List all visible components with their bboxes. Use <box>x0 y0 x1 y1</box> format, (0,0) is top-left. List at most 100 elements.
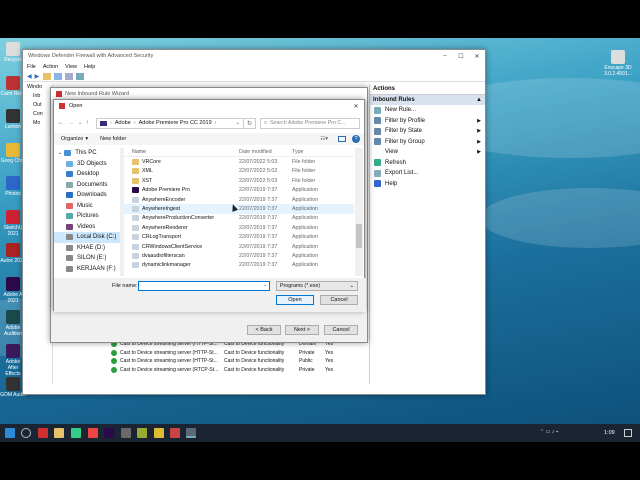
file-row[interactable]: AnywhereRenderer 22/07/2019 7:37 Applicati… <box>124 223 354 232</box>
file-row[interactable]: dvaaudiofilterscan 22/07/2019 7:37 Applica… <box>124 251 354 260</box>
file-row[interactable]: VRCore 22/07/2022 5:03 File folder <box>124 157 354 166</box>
tray-icons[interactable]: ⌃ ▭ ♪ ⌁ <box>540 429 559 435</box>
wizard-back-button[interactable]: < Back <box>247 325 281 335</box>
console-tree-icon[interactable] <box>54 72 63 80</box>
taskbar-app-icon[interactable] <box>170 428 180 438</box>
table-row[interactable]: Cast to Device streaming server (HTTP-St… <box>109 357 367 366</box>
taskbar-app-icon[interactable] <box>38 428 48 438</box>
taskbar-app-icon[interactable] <box>71 428 81 438</box>
search-input[interactable]: Search Adobe Premiere Pro C... <box>270 120 346 126</box>
nav-item[interactable]: SILON (E:) <box>54 253 120 264</box>
chevron-down-icon[interactable]: ⌄ <box>58 150 62 156</box>
menu-view[interactable]: View <box>65 64 77 70</box>
search-icon[interactable] <box>21 428 31 438</box>
maximize-icon[interactable]: ☐ <box>453 53 469 60</box>
notification-icon[interactable] <box>624 429 632 437</box>
menu-file[interactable]: File <box>27 64 36 70</box>
help-icon[interactable] <box>76 72 85 80</box>
refresh-button[interactable]: ↻ <box>244 117 256 129</box>
forward-arrow-icon[interactable]: ▶ <box>35 73 40 80</box>
minimize-icon[interactable]: – <box>437 53 453 60</box>
nav-item[interactable]: Music <box>54 201 120 212</box>
file-type-select[interactable]: Programs (*.exe) ⌄ <box>276 281 358 291</box>
menu-help[interactable]: Help <box>84 64 95 70</box>
help-icon[interactable]: ? <box>352 135 360 143</box>
preview-pane-icon[interactable] <box>338 136 346 142</box>
up-arrow-icon[interactable]: ↑ <box>86 120 96 126</box>
file-row[interactable]: dynamiclinkmanager 22/07/2019 7:37 Applica… <box>124 261 354 270</box>
forward-arrow-icon[interactable]: → <box>68 120 78 126</box>
nav-item[interactable]: ⌄ This PC <box>54 148 120 159</box>
action-item[interactable]: Refresh <box>370 158 485 169</box>
nav-item[interactable]: KHAE (D:) <box>54 243 120 254</box>
taskbar-app-icon[interactable] <box>121 428 131 438</box>
column-date[interactable]: Date modified <box>239 149 292 155</box>
tree-item[interactable]: Con <box>23 111 52 120</box>
breadcrumb[interactable]: › Adobe › Adobe Premiere Pro CC 2019 › ⌄ <box>96 117 244 129</box>
desktop-icon-enscape[interactable]: Enscape 3D 3.0.2.4591... <box>600 50 636 77</box>
file-row[interactable]: AnywhereEncoder 22/07/2019 7:37 Applicatio… <box>124 195 354 204</box>
menu-action[interactable]: Action <box>43 64 58 70</box>
nav-item[interactable]: 3D Objects <box>54 159 120 170</box>
action-item[interactable]: New Rule... <box>370 105 485 116</box>
tree-item[interactable]: Windo <box>23 84 52 93</box>
close-icon[interactable]: ✕ <box>348 103 364 110</box>
collapse-arrow-icon[interactable]: ▲ <box>476 97 482 103</box>
nav-item[interactable]: Videos <box>54 222 120 233</box>
chevron-down-icon[interactable]: ⌄ <box>235 120 240 126</box>
action-item[interactable]: Filter by State ▶ <box>370 126 485 137</box>
back-arrow-icon[interactable]: ← <box>58 120 68 126</box>
breadcrumb-item[interactable]: Adobe Premiere Pro CC 2019 <box>139 120 212 126</box>
tree-item[interactable]: Out <box>23 102 52 111</box>
action-item[interactable]: Filter by Profile ▶ <box>370 116 485 127</box>
properties-icon[interactable] <box>65 72 74 80</box>
file-row[interactable]: CRWindowsClientService 22/07/2019 7:37 App… <box>124 242 354 251</box>
column-type[interactable]: Type <box>292 149 347 155</box>
chevron-down-icon[interactable]: ⌄ <box>263 282 267 288</box>
file-row[interactable]: CRLogTransport 22/07/2019 7:37 Application <box>124 233 354 242</box>
search-box[interactable]: ⌕ Search Adobe Premiere Pro C... <box>260 117 360 129</box>
close-icon[interactable]: ✕ <box>469 53 485 60</box>
wizard-cancel-button[interactable]: Cancel <box>324 325 358 335</box>
scrollbar-thumb[interactable] <box>356 224 362 248</box>
nav-item[interactable]: Local Disk (C:) <box>54 232 120 243</box>
file-explorer-icon[interactable] <box>54 428 64 438</box>
organize-button[interactable]: Organize <box>61 136 83 142</box>
back-arrow-icon[interactable]: ◀ <box>27 73 32 80</box>
start-button-icon[interactable] <box>5 428 15 438</box>
file-row[interactable]: AnywhereProductionConverter 22/07/2019 7:… <box>124 214 354 223</box>
file-name-input[interactable] <box>138 281 270 291</box>
premiere-icon[interactable] <box>104 428 114 438</box>
action-item[interactable]: View ▶ <box>370 147 485 158</box>
nav-item[interactable]: Downloads <box>54 190 120 201</box>
action-item[interactable]: Help <box>370 179 485 190</box>
nav-item[interactable]: Pictures <box>54 211 120 222</box>
cancel-button[interactable]: Cancel <box>320 295 358 305</box>
action-item[interactable]: Filter by Group ▶ <box>370 137 485 148</box>
file-row[interactable]: XST 22/07/2022 5:03 File folder <box>124 176 354 185</box>
action-item[interactable]: Export List... <box>370 168 485 179</box>
taskbar-app-icon[interactable] <box>137 428 147 438</box>
tree-item[interactable]: Inb <box>23 93 52 102</box>
breadcrumb-item[interactable]: Adobe <box>115 120 131 126</box>
wizard-next-button[interactable]: Next > <box>285 325 319 335</box>
folder-up-icon[interactable] <box>43 72 52 80</box>
nav-item[interactable]: Desktop <box>54 169 120 180</box>
taskbar-app-icon[interactable] <box>88 428 98 438</box>
file-row[interactable]: XML 22/07/2022 5:02 File folder <box>124 167 354 176</box>
view-options-icon[interactable]: ☷▾ <box>320 136 328 142</box>
file-list-scrollbar[interactable] <box>355 148 363 276</box>
open-button[interactable]: Open <box>276 295 314 305</box>
table-row[interactable]: Cast to Device streaming server (RTCP-St… <box>109 366 367 375</box>
table-row[interactable]: Cast to Device streaming server (HTTP-St… <box>109 349 367 358</box>
nav-item[interactable]: KERJAAN (F:) <box>54 264 120 275</box>
firewall-taskbar-icon[interactable] <box>186 428 196 438</box>
file-row[interactable]: AnywhereIngest 22/07/2019 7:37 Application <box>124 204 354 214</box>
clock[interactable]: 1:09 <box>604 430 615 436</box>
chrome-icon[interactable] <box>154 428 164 438</box>
tree-item[interactable]: Mo <box>23 120 52 129</box>
nav-item[interactable]: Documents <box>54 180 120 191</box>
file-row[interactable]: Adobe Premiere Pro 22/07/2019 7:37 Applica… <box>124 186 354 195</box>
new-folder-button[interactable]: New folder <box>100 136 126 142</box>
column-name[interactable]: Name <box>124 149 239 155</box>
